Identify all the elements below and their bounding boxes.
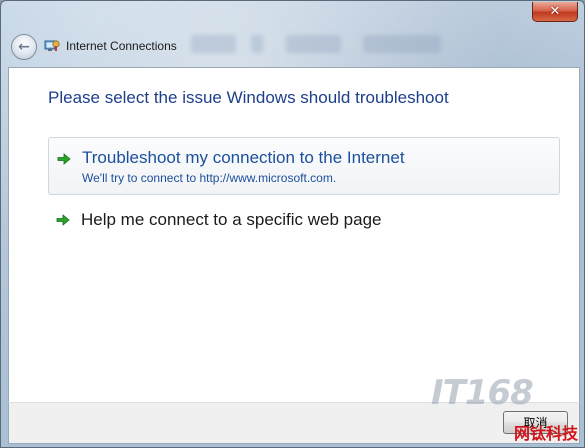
close-icon: ✕ — [549, 4, 561, 19]
window-frame: ✕ ← Internet Connections Please select t… — [0, 0, 585, 448]
watermark-text: 网钛科技 — [513, 424, 578, 443]
network-troubleshooter-icon — [44, 40, 60, 51]
option-subtitle: We'll try to connect to http://www.micro… — [82, 171, 337, 185]
close-button[interactable]: ✕ — [532, 2, 578, 22]
page-instruction: Please select the issue Windows should t… — [48, 88, 449, 107]
option-title: Troubleshoot my connection to the Intern… — [82, 148, 405, 167]
background-blur — [251, 35, 263, 53]
option-connect-web-page[interactable]: Help me connect to a specific web page — [48, 206, 558, 238]
green-arrow-icon — [56, 214, 70, 226]
back-arrow-icon: ← — [18, 39, 30, 55]
content-pane: Please select the issue Windows should t… — [8, 67, 580, 403]
back-button[interactable]: ← — [11, 34, 37, 60]
green-arrow-icon — [57, 153, 71, 165]
it168-watermark-logo: IT168 — [431, 373, 534, 413]
option-troubleshoot-internet[interactable]: Troubleshoot my connection to the Intern… — [48, 137, 560, 195]
background-blur — [363, 35, 441, 53]
window-title: Internet Connections — [66, 39, 177, 53]
background-blur — [191, 35, 236, 53]
option-title: Help me connect to a specific web page — [81, 210, 382, 229]
background-blur — [286, 35, 341, 53]
